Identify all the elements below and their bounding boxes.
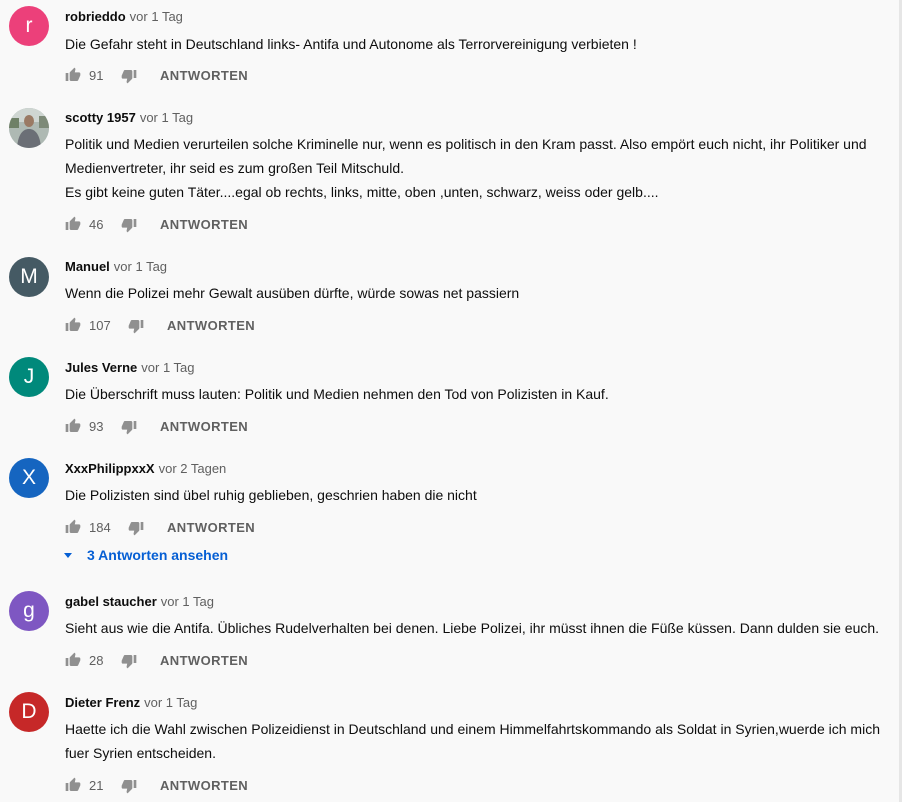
avatar[interactable]: r bbox=[9, 6, 49, 46]
author-name[interactable]: Jules Verne bbox=[65, 360, 137, 375]
thumb-up-icon[interactable] bbox=[65, 317, 81, 333]
comment-header: gabel staucher vor 1 Tag bbox=[65, 594, 214, 610]
reply-button[interactable]: ANTWORTEN bbox=[160, 419, 248, 434]
comment-text-line: fuer Syrien entscheiden. bbox=[65, 745, 216, 761]
avatar[interactable]: g bbox=[9, 591, 49, 631]
comment-text: Die Polizisten sind übel ruhig geblieben… bbox=[65, 483, 890, 507]
avatar[interactable]: X bbox=[9, 458, 49, 498]
like-count: 21 bbox=[89, 778, 104, 793]
comment-time[interactable]: vor 1 Tag bbox=[140, 110, 193, 125]
comment-text-line: Sieht aus wie die Antifa. Übliches Rudel… bbox=[65, 620, 880, 636]
reply-button[interactable]: ANTWORTEN bbox=[160, 68, 248, 83]
comment-time[interactable]: vor 1 Tag bbox=[161, 594, 214, 609]
profile-photo bbox=[9, 108, 49, 148]
author-name[interactable]: Dieter Frenz bbox=[65, 695, 140, 710]
author-name[interactable]: scotty 1957 bbox=[65, 110, 136, 125]
comment-text: Wenn die Polizei mehr Gewalt ausüben dür… bbox=[65, 281, 890, 305]
thumb-up-icon[interactable] bbox=[65, 652, 81, 668]
comment-text: Politik und Medien verurteilen solche Kr… bbox=[65, 132, 890, 204]
comment-time[interactable]: vor 1 Tag bbox=[130, 9, 183, 24]
comment-text: Sieht aus wie die Antifa. Übliches Rudel… bbox=[65, 616, 890, 640]
comment-text-line: Wenn die Polizei mehr Gewalt ausüben dür… bbox=[65, 285, 520, 301]
comment-text: Haette ich die Wahl zwischen Polizeidien… bbox=[65, 717, 890, 765]
avatar[interactable]: D bbox=[9, 692, 49, 732]
thumb-down-icon[interactable] bbox=[128, 318, 144, 334]
avatar[interactable] bbox=[9, 108, 49, 148]
comment-header: scotty 1957 vor 1 Tag bbox=[65, 110, 193, 126]
thumb-down-icon[interactable] bbox=[128, 520, 144, 536]
comment-time[interactable]: vor 1 Tag bbox=[141, 360, 194, 375]
comment-text-line: Die Polizisten sind übel ruhig geblieben… bbox=[65, 487, 477, 503]
like-count: 184 bbox=[89, 520, 111, 535]
comment-text: Die Gefahr steht in Deutschland links- A… bbox=[65, 32, 890, 56]
comment-time[interactable]: vor 1 Tag bbox=[114, 259, 167, 274]
comment-header: Jules Verne vor 1 Tag bbox=[65, 360, 195, 376]
comment-time[interactable]: vor 2 Tagen bbox=[159, 461, 227, 476]
thumb-up-icon[interactable] bbox=[65, 777, 81, 793]
comment-text: Die Überschrift muss lauten: Politik und… bbox=[65, 382, 890, 406]
avatar[interactable]: M bbox=[9, 257, 49, 297]
thumb-up-icon[interactable] bbox=[65, 418, 81, 434]
thumb-up-icon[interactable] bbox=[65, 67, 81, 83]
comment-header: robrieddo vor 1 Tag bbox=[65, 9, 183, 25]
comment-header: Dieter Frenz vor 1 Tag bbox=[65, 695, 197, 711]
thumb-up-icon[interactable] bbox=[65, 216, 81, 232]
comment-text-line: Die Gefahr steht in Deutschland links- A… bbox=[65, 36, 637, 52]
like-count: 93 bbox=[89, 419, 104, 434]
comment-text-line: Medienvertreter, ihr seid es zum großen … bbox=[65, 160, 404, 176]
reply-button[interactable]: ANTWORTEN bbox=[167, 520, 255, 535]
view-replies-label: 3 Antworten ansehen bbox=[87, 547, 229, 563]
comment-text-line: Die Überschrift muss lauten: Politik und… bbox=[65, 386, 609, 402]
caret-down-icon bbox=[64, 553, 72, 558]
comment-text-line: Haette ich die Wahl zwischen Polizeidien… bbox=[65, 721, 880, 737]
avatar[interactable]: J bbox=[9, 357, 49, 397]
comment-header: Manuel vor 1 Tag bbox=[65, 259, 167, 275]
thumb-down-icon[interactable] bbox=[121, 217, 137, 233]
reply-button[interactable]: ANTWORTEN bbox=[167, 318, 255, 333]
reply-button[interactable]: ANTWORTEN bbox=[160, 217, 248, 232]
reply-button[interactable]: ANTWORTEN bbox=[160, 653, 248, 668]
like-count: 91 bbox=[89, 68, 104, 83]
comment-text-line: Es gibt keine guten Täter....egal ob rec… bbox=[65, 184, 659, 200]
thumb-down-icon[interactable] bbox=[121, 419, 137, 435]
reply-button[interactable]: ANTWORTEN bbox=[160, 778, 248, 793]
author-name[interactable]: Manuel bbox=[65, 259, 110, 274]
comment-text-line: Politik und Medien verurteilen solche Kr… bbox=[65, 136, 867, 152]
thumb-down-icon[interactable] bbox=[121, 778, 137, 794]
thumb-down-icon[interactable] bbox=[121, 68, 137, 84]
like-count: 28 bbox=[89, 653, 104, 668]
comment-header: XxxPhilippxxX vor 2 Tagen bbox=[65, 461, 226, 477]
like-count: 46 bbox=[89, 217, 104, 232]
thumb-up-icon[interactable] bbox=[65, 519, 81, 535]
author-name[interactable]: robrieddo bbox=[65, 9, 126, 24]
author-name[interactable]: gabel staucher bbox=[65, 594, 157, 609]
comment-time[interactable]: vor 1 Tag bbox=[144, 695, 197, 710]
thumb-down-icon[interactable] bbox=[121, 653, 137, 669]
author-name[interactable]: XxxPhilippxxX bbox=[65, 461, 155, 476]
like-count: 107 bbox=[89, 318, 111, 333]
